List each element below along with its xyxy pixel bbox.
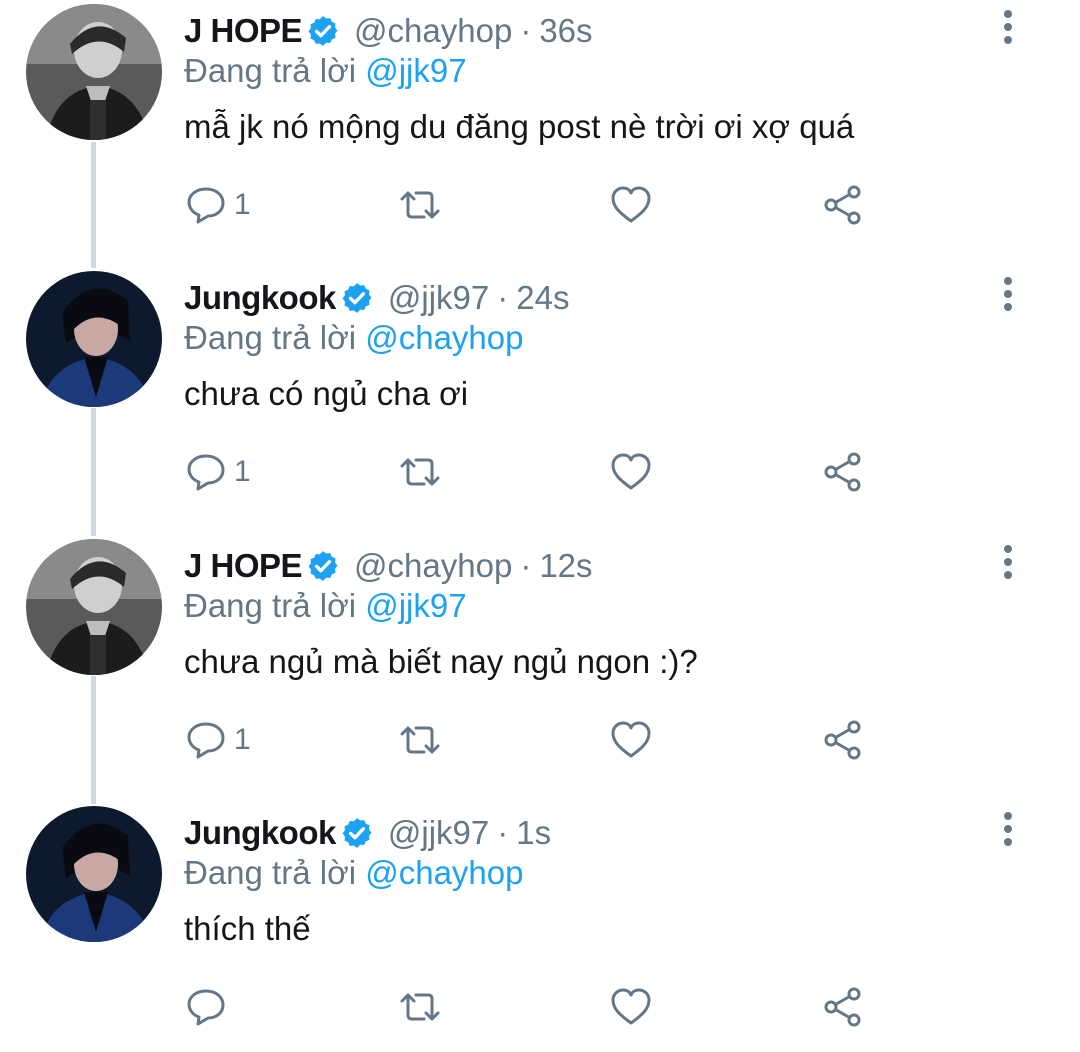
reply-icon bbox=[186, 452, 226, 492]
timestamp[interactable]: 1s bbox=[516, 814, 551, 852]
reply-button[interactable]: 1 bbox=[186, 715, 251, 765]
retweet-icon bbox=[396, 720, 444, 760]
timestamp[interactable]: 24s bbox=[516, 279, 569, 317]
like-button[interactable] bbox=[610, 982, 652, 1032]
share-button[interactable] bbox=[822, 982, 864, 1032]
tweet-text: thích thế bbox=[184, 910, 311, 947]
retweet-button[interactable] bbox=[396, 982, 444, 1032]
tweet[interactable]: J HOPE @chayhop · 36s Đang trả lời @jjk9… bbox=[0, 0, 1080, 267]
tweet-header: J HOPE @chayhop · 12s bbox=[184, 541, 593, 591]
tweet-actions bbox=[184, 982, 884, 1032]
verified-badge-icon bbox=[306, 14, 340, 48]
author-name[interactable]: Jungkook bbox=[184, 279, 336, 317]
reply-icon bbox=[186, 987, 226, 1027]
author-handle[interactable]: @jjk97 bbox=[388, 279, 489, 317]
like-icon bbox=[610, 452, 652, 492]
retweet-icon bbox=[396, 452, 444, 492]
reply-thread: J HOPE @chayhop · 36s Đang trả lời @jjk9… bbox=[0, 0, 1080, 1052]
like-icon bbox=[610, 720, 652, 760]
mention-link[interactable]: @chayhop bbox=[365, 854, 523, 891]
replying-to: Đang trả lời @chayhop bbox=[184, 319, 523, 357]
replying-prefix: Đang trả lời bbox=[184, 587, 357, 624]
tweet-header: Jungkook @jjk97 · 24s bbox=[184, 273, 569, 323]
author-name[interactable]: J HOPE bbox=[184, 12, 303, 50]
tweet-actions: 1 bbox=[184, 447, 884, 497]
verified-badge-icon bbox=[340, 816, 374, 850]
separator: · bbox=[520, 12, 532, 49]
avatar-jhope[interactable] bbox=[26, 4, 162, 140]
more-icon[interactable] bbox=[994, 8, 1022, 46]
avatar-jhope[interactable] bbox=[26, 539, 162, 675]
separator: · bbox=[497, 814, 509, 851]
retweet-button[interactable] bbox=[396, 715, 444, 765]
replying-prefix: Đang trả lời bbox=[184, 52, 357, 89]
like-button[interactable] bbox=[610, 180, 652, 230]
share-button[interactable] bbox=[822, 180, 864, 230]
more-icon[interactable] bbox=[994, 810, 1022, 848]
like-button[interactable] bbox=[610, 447, 652, 497]
tweet[interactable]: J HOPE @chayhop · 12s Đang trả lời @jjk9… bbox=[0, 535, 1080, 802]
replying-prefix: Đang trả lời bbox=[184, 319, 357, 356]
share-icon bbox=[822, 451, 864, 493]
more-icon[interactable] bbox=[994, 275, 1022, 313]
tweet-actions: 1 bbox=[184, 180, 884, 230]
reply-count: 1 bbox=[234, 723, 251, 756]
verified-badge-icon bbox=[306, 549, 340, 583]
tweet-header: J HOPE @chayhop · 36s bbox=[184, 6, 593, 56]
share-icon bbox=[822, 719, 864, 761]
tweet-text: mẫ jk nó mộng du đăng post nè trời ơi xợ… bbox=[184, 108, 855, 145]
timestamp[interactable]: 36s bbox=[539, 12, 592, 50]
mention-link[interactable]: @jjk97 bbox=[365, 587, 466, 624]
author-name[interactable]: Jungkook bbox=[184, 814, 336, 852]
share-button[interactable] bbox=[822, 715, 864, 765]
timestamp[interactable]: 12s bbox=[539, 547, 592, 585]
reply-button[interactable] bbox=[186, 982, 234, 1032]
replying-to: Đang trả lời @jjk97 bbox=[184, 52, 467, 90]
author-name[interactable]: J HOPE bbox=[184, 547, 303, 585]
retweet-button[interactable] bbox=[396, 180, 444, 230]
replying-prefix: Đang trả lời bbox=[184, 854, 357, 891]
separator: · bbox=[520, 547, 532, 584]
more-icon[interactable] bbox=[994, 543, 1022, 581]
reply-icon bbox=[186, 185, 226, 225]
author-handle[interactable]: @chayhop bbox=[354, 12, 512, 50]
replying-to: Đang trả lời @jjk97 bbox=[184, 587, 467, 625]
retweet-icon bbox=[396, 987, 444, 1027]
avatar-jungkook[interactable] bbox=[26, 806, 162, 942]
tweet-actions: 1 bbox=[184, 715, 884, 765]
replying-to: Đang trả lời @chayhop bbox=[184, 854, 523, 892]
tweet[interactable]: Jungkook @jjk97 · 1s Đang trả lời @chayh… bbox=[0, 802, 1080, 1052]
like-icon bbox=[610, 987, 652, 1027]
retweet-button[interactable] bbox=[396, 447, 444, 497]
author-handle[interactable]: @jjk97 bbox=[388, 814, 489, 852]
reply-button[interactable]: 1 bbox=[186, 180, 251, 230]
verified-badge-icon bbox=[340, 281, 374, 315]
reply-count: 1 bbox=[234, 455, 251, 488]
tweet-text: chưa ngủ mà biết nay ngủ ngon :)? bbox=[184, 643, 698, 680]
mention-link[interactable]: @chayhop bbox=[365, 319, 523, 356]
reply-count: 1 bbox=[234, 188, 251, 221]
reply-button[interactable]: 1 bbox=[186, 447, 251, 497]
retweet-icon bbox=[396, 185, 444, 225]
avatar-jungkook[interactable] bbox=[26, 271, 162, 407]
reply-icon bbox=[186, 720, 226, 760]
share-icon bbox=[822, 986, 864, 1028]
tweet-header: Jungkook @jjk97 · 1s bbox=[184, 808, 551, 858]
like-icon bbox=[610, 185, 652, 225]
tweet-text: chưa có ngủ cha ơi bbox=[184, 375, 469, 412]
mention-link[interactable]: @jjk97 bbox=[365, 52, 466, 89]
share-button[interactable] bbox=[822, 447, 864, 497]
like-button[interactable] bbox=[610, 715, 652, 765]
tweet[interactable]: Jungkook @jjk97 · 24s Đang trả lời @chay… bbox=[0, 267, 1080, 534]
share-icon bbox=[822, 184, 864, 226]
separator: · bbox=[497, 279, 509, 316]
author-handle[interactable]: @chayhop bbox=[354, 547, 512, 585]
